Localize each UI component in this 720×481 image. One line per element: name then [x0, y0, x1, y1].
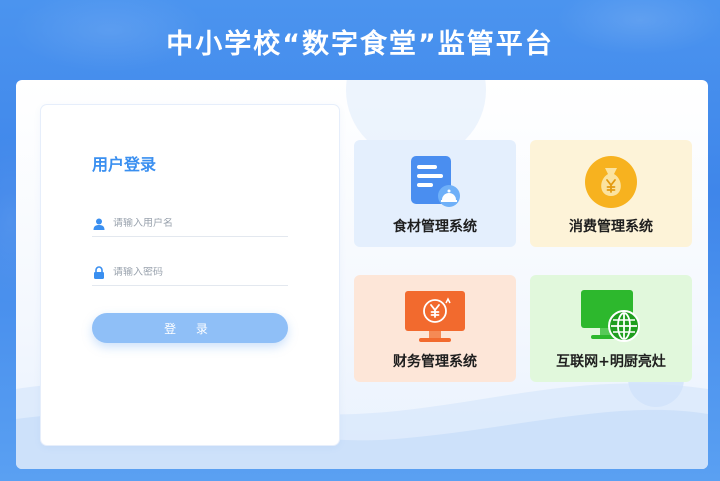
username-input[interactable] — [113, 218, 283, 229]
tile-consumption-management[interactable]: 消费管理系统 — [530, 140, 692, 247]
tile-label: 互联网+明厨亮灶 — [556, 354, 666, 370]
login-button[interactable]: 登 录 — [92, 313, 288, 343]
password-field — [92, 260, 288, 286]
login-title: 用户登录 — [92, 155, 157, 174]
page-title: 中小学校“数字食堂”监管平台 — [166, 29, 554, 60]
tile-label: 食材管理系统 — [393, 219, 477, 235]
tile-internet-kitchen[interactable]: 互联网+明厨亮灶 — [530, 275, 692, 382]
username-field — [92, 211, 288, 237]
lock-icon — [92, 266, 106, 280]
user-icon — [92, 217, 106, 231]
monitor-yuan-icon — [402, 287, 468, 347]
password-input[interactable] — [113, 267, 283, 278]
tile-label: 财务管理系统 — [393, 354, 477, 370]
tile-food-management[interactable]: 食材管理系统 — [354, 140, 516, 247]
tile-label: 消费管理系统 — [569, 219, 653, 235]
tile-finance-management[interactable]: 财务管理系统 — [354, 275, 516, 382]
main-panel: 用户登录 登 录 — [16, 80, 708, 469]
login-card: 用户登录 登 录 — [41, 105, 339, 445]
document-icon — [402, 152, 468, 212]
monitor-globe-icon — [578, 287, 644, 347]
money-bag-icon — [578, 152, 644, 212]
